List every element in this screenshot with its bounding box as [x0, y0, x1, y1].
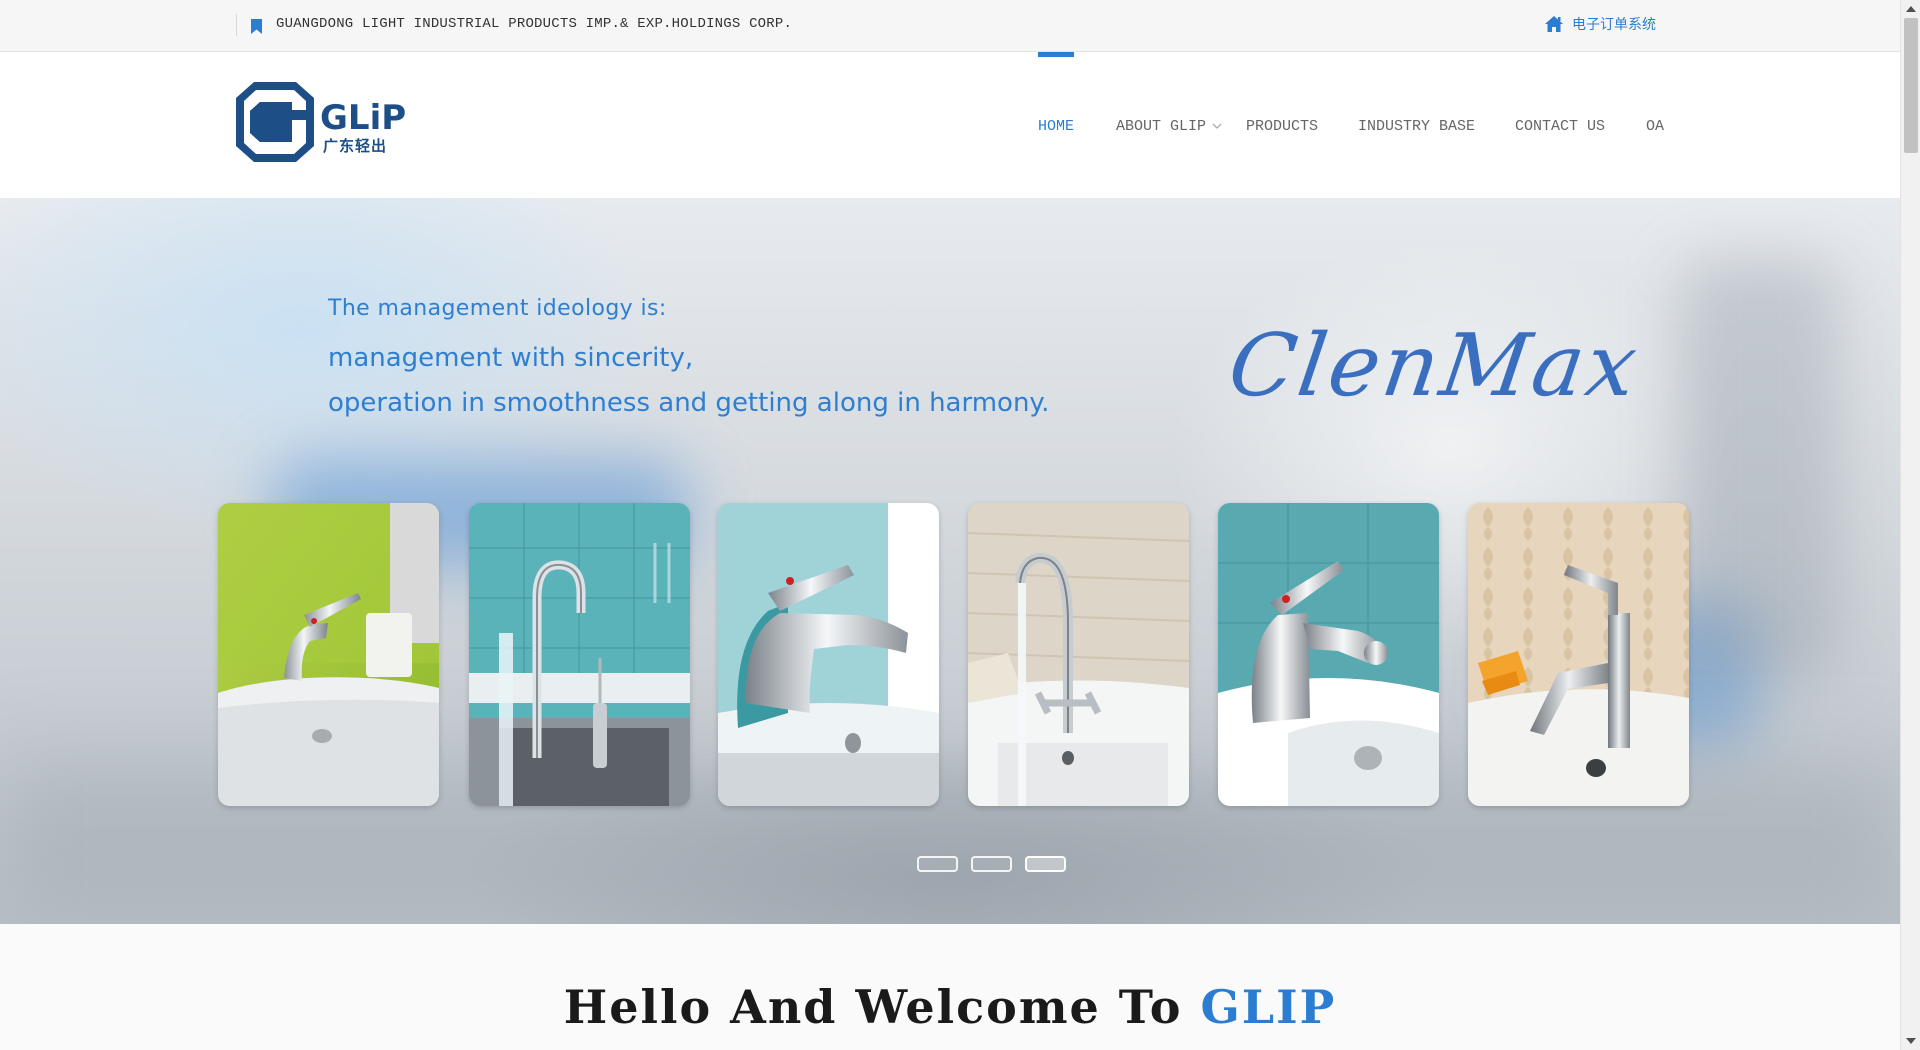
ideology-line-1: management with sincerity, [328, 343, 694, 373]
brand-clenmax: ClenMax [1222, 316, 1646, 416]
product-card[interactable] [718, 503, 939, 806]
top-bar: GUANGDONG LIGHT INDUSTRIAL PRODUCTS IMP.… [0, 0, 1900, 52]
bookmark-icon [251, 19, 262, 34]
faucet-image [1468, 503, 1689, 806]
nav-item-contact-us[interactable]: CONTACT US [1515, 118, 1605, 135]
product-card[interactable] [218, 503, 439, 806]
nav-item-industry-base[interactable]: INDUSTRY BASE [1358, 118, 1475, 135]
nav-active-indicator [1038, 52, 1074, 57]
faucet-image [1218, 503, 1439, 806]
faucet-image [469, 503, 690, 806]
nav-item-about-glip[interactable]: ABOUT GLIP [1116, 118, 1206, 135]
faucet-image [968, 503, 1189, 806]
page-scrollbar[interactable] [1900, 0, 1920, 1050]
site-header: GLiP 广东轻出 HOME ABOUT GLIP PRODUCTS INDUS… [0, 52, 1900, 198]
company-name: GUANGDONG LIGHT INDUSTRIAL PRODUCTS IMP.… [276, 16, 793, 32]
product-card[interactable] [469, 503, 690, 806]
welcome-title: Hello And Welcome To GLIP [0, 980, 1900, 1034]
scroll-up-icon[interactable] [1906, 6, 1916, 12]
product-card[interactable] [1468, 503, 1689, 806]
product-card[interactable] [1218, 503, 1439, 806]
home-icon [1545, 16, 1563, 32]
slider-dot-3[interactable] [1025, 856, 1066, 872]
welcome-title-accent: GLIP [1200, 980, 1337, 1034]
banner-background-shape [1680, 258, 1840, 678]
ideology-intro: The management ideology is: [328, 296, 667, 321]
slider-dot-2[interactable] [971, 856, 1012, 872]
welcome-section: Hello And Welcome To GLIP [0, 924, 1900, 1050]
top-bar-divider [236, 14, 237, 36]
nav-item-products[interactable]: PRODUCTS [1246, 118, 1318, 135]
hero-banner[interactable]: The management ideology is: management w… [0, 198, 1900, 924]
chevron-down-icon [1212, 123, 1222, 129]
faucet-image [218, 503, 439, 806]
welcome-title-prefix: Hello And Welcome To [563, 980, 1201, 1034]
product-card[interactable] [968, 503, 1189, 806]
faucet-image [718, 503, 939, 806]
order-system-label: 电子订单系统 [1572, 17, 1656, 33]
nav-item-home[interactable]: HOME [1038, 118, 1074, 135]
order-system-link[interactable]: 电子订单系统 [1544, 14, 1656, 34]
scrollbar-thumb[interactable] [1904, 18, 1918, 153]
scroll-down-icon[interactable] [1906, 1038, 1916, 1044]
ideology-line-2: operation in smoothness and getting alon… [328, 388, 1050, 418]
main-nav: HOME ABOUT GLIP PRODUCTS INDUSTRY BASE C… [0, 52, 1900, 198]
slider-dot-1[interactable] [917, 856, 958, 872]
nav-item-oa[interactable]: OA [1646, 118, 1664, 135]
slider-pagination [917, 856, 1066, 872]
